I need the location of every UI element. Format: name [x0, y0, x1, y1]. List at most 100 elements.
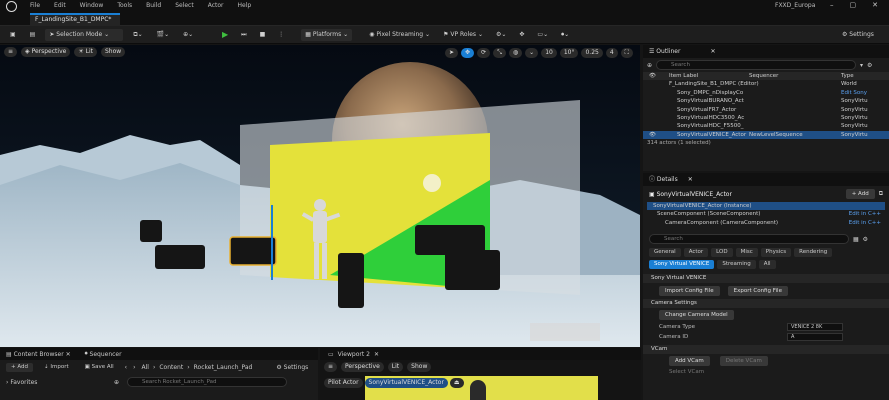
add-actor-icon[interactable]: ⊕⌄ [179, 29, 197, 41]
stop-icon[interactable]: ■ [256, 29, 270, 41]
component-row[interactable]: CameraComponent (CameraComponent) Edit in… [643, 219, 889, 227]
filter-tab-sony-virtual-venice[interactable]: Sony Virtual VENICE [649, 260, 715, 270]
tools-icon[interactable]: ⚙⌄ [492, 29, 510, 41]
step-icon[interactable]: ⏭ [237, 29, 250, 41]
outliner-row[interactable]: SonyVirtualHDC3500_Ac SonyVirtu [643, 114, 889, 122]
camera-settings-header[interactable]: Camera Settings [643, 299, 889, 309]
lit-button[interactable]: ☀ Lit [74, 47, 97, 57]
show-button[interactable]: Show [100, 47, 126, 57]
outliner-row[interactable]: SonyVirtualFR7_Actor SonyVirtu [643, 106, 889, 114]
content-browser-tab[interactable]: ▤ Content Browser ✕ [6, 351, 71, 358]
gizmo-icon[interactable]: ✥ [515, 29, 528, 41]
save-all-button[interactable]: ▣ Save All [80, 363, 119, 372]
perspective-button[interactable]: ◈ Perspective [21, 47, 71, 57]
level-tab[interactable]: F_LandingSite_B1_DMPC* [30, 13, 120, 26]
instance-row[interactable]: SonyVirtualVENICE_Actor (Instance) [647, 202, 885, 211]
eject-icon[interactable]: ⏏ [449, 378, 464, 388]
close-icon[interactable]: ✕ [64, 351, 71, 358]
camera-id-dropdown[interactable]: A [787, 333, 843, 342]
add-vcam-button[interactable]: Add VCam [669, 356, 710, 367]
outliner-row[interactable]: Sony_DMPC_nDisplayCo Edit Sony [643, 89, 889, 97]
menu-item-select[interactable]: Select [175, 2, 194, 9]
add-filter-icon[interactable]: ⊕ [114, 379, 119, 386]
filter-tab-general[interactable]: General [649, 248, 681, 258]
vcam-section-header[interactable]: VCam [643, 345, 889, 355]
menu-item-file[interactable]: File [30, 2, 40, 9]
lit-2-button[interactable]: Lit [387, 362, 404, 372]
viewport-menu-button[interactable]: ≡ [4, 47, 18, 57]
add-button[interactable]: + Add [6, 363, 34, 372]
filter-tab-lod[interactable]: LOD [711, 248, 733, 258]
perspective-2-button[interactable]: Perspective [341, 362, 384, 372]
camera-speed-value[interactable]: 4 [605, 48, 618, 58]
save-icon[interactable]: ▣ [6, 29, 20, 41]
col-sequencer[interactable]: Sequencer [749, 72, 841, 80]
platforms-button[interactable]: ▦ Platforms ⌄ [301, 29, 353, 41]
camera-icon[interactable]: ▭⌄ [533, 29, 552, 41]
sony-section-header[interactable]: Sony Virtual VENICE [643, 274, 889, 284]
maximize-viewport-icon[interactable]: ⛶ [620, 48, 633, 58]
close-icon[interactable]: ✕ [710, 45, 715, 58]
menu-item-edit[interactable]: Edit [54, 2, 66, 9]
cinematics-icon[interactable]: 🎬⌄ [153, 29, 174, 41]
filter-tab-streaming[interactable]: Streaming [717, 260, 756, 270]
close-icon[interactable]: ✕ [688, 173, 693, 186]
back-icon[interactable]: ‹ [125, 364, 127, 371]
add-filter-icon[interactable]: ⊕ [647, 62, 652, 69]
outliner-row[interactable]: SonyVirtualHDC_F5500_ SonyVirtu [643, 122, 889, 130]
filter-tab-rendering[interactable]: Rendering [794, 248, 833, 258]
settings-icon[interactable]: ⚙ [863, 236, 868, 243]
delete-vcam-button[interactable]: Delete VCam [719, 356, 768, 367]
surface-snap-icon[interactable]: ⌄ [525, 48, 539, 58]
viewport-2-menu-button[interactable]: ≡ [324, 362, 338, 372]
pixel-streaming-button[interactable]: ◉ Pixel Streaming ⌄ [365, 29, 434, 41]
menu-item-window[interactable]: Window [80, 2, 104, 9]
edit-in-cpp-link[interactable]: Edit in C++ [849, 219, 881, 227]
world-icon[interactable]: ◍ [508, 48, 523, 58]
menu-item-help[interactable]: Help [238, 2, 252, 9]
outliner-row[interactable]: 👁 SonyVirtualVENICE_Actor NewLevelSequence… [643, 130, 889, 140]
select-tool-icon[interactable]: ➤ [445, 48, 459, 58]
close-icon[interactable]: ✕ [374, 351, 379, 358]
vp-roles-button[interactable]: ⚑ VP Roles ⌄ [439, 29, 487, 41]
outliner-row[interactable]: SonyVirtualBURANO_Act SonyVirtu [643, 97, 889, 105]
move-tool-icon[interactable]: ✥ [461, 48, 475, 58]
rotate-tool-icon[interactable]: ⟳ [477, 48, 491, 58]
viewport-2-tab[interactable]: ▭ Viewport 2 ✕ [320, 348, 641, 360]
blueprint-icon[interactable]: ⧉ [879, 190, 883, 198]
sequencer-tab[interactable]: ⏺ Sequencer [85, 350, 122, 358]
outliner-row-type[interactable]: Edit Sony [841, 89, 867, 97]
col-type[interactable]: Type [841, 72, 854, 80]
selection-mode-button[interactable]: ➤ Selection Mode ⌄ [45, 29, 124, 41]
level-viewport[interactable]: ≡ ◈ Perspective ☀ Lit Show ➤ ✥ ⟳ ⤡ ◍ ⌄ 1… [0, 45, 640, 347]
play-options-icon[interactable]: ⋮ [274, 29, 288, 41]
breadcrumb-item[interactable]: Content [159, 364, 183, 371]
menu-item-tools[interactable]: Tools [117, 2, 132, 9]
add-component-button[interactable]: + Add [845, 189, 875, 199]
rotation-snap-value[interactable]: 10° [559, 48, 579, 58]
scale-snap-value[interactable]: 0.25 [581, 48, 603, 58]
filter-icon[interactable]: ▾ [860, 62, 863, 69]
import-button[interactable]: ⇣ Import [39, 363, 74, 372]
blueprint-icon[interactable]: ⧉⌄ [129, 29, 146, 41]
settings-icon[interactable]: ⚙ [867, 62, 872, 69]
breadcrumb-item[interactable]: Rocket_Launch_Pad [194, 364, 253, 371]
maximize-icon[interactable]: ▢ [850, 1, 857, 9]
settings-button[interactable]: ⚙ Settings [838, 29, 878, 41]
scale-tool-icon[interactable]: ⤡ [493, 48, 506, 58]
outliner-search-input[interactable]: Search [656, 60, 857, 70]
details-search-input[interactable]: Search [649, 234, 849, 245]
filter-tab-misc[interactable]: Misc [735, 248, 758, 258]
forward-icon[interactable]: › [133, 364, 135, 371]
cb-settings-button[interactable]: ⚙ Settings [276, 364, 308, 371]
edit-in-cpp-link[interactable]: Edit in C++ [849, 210, 881, 218]
menu-item-build[interactable]: Build [146, 2, 161, 9]
grid-snap-value[interactable]: 10 [541, 48, 557, 58]
minimize-icon[interactable]: – [830, 1, 834, 9]
cb-search-input[interactable]: Search Rocket_Launch_Pad [127, 377, 288, 387]
filter-tab-physics[interactable]: Physics [760, 248, 792, 258]
show-2-button[interactable]: Show [407, 362, 432, 372]
favorites-toggle[interactable]: › Favorites [6, 379, 106, 386]
unreal-logo-icon[interactable] [6, 1, 17, 12]
play-icon[interactable]: ▶ [218, 29, 232, 41]
